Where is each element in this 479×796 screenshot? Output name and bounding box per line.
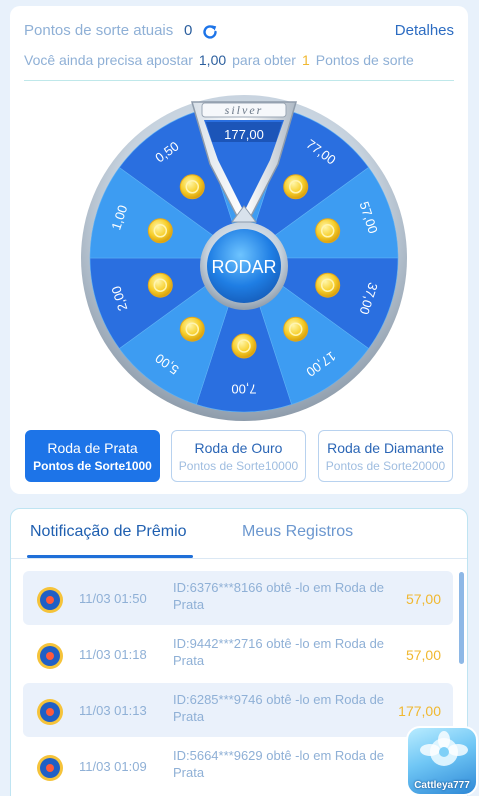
- coin-icon: [283, 174, 309, 200]
- coin-icon: [315, 272, 341, 298]
- tier-gold-button[interactable]: Roda de Ouro Pontos de Sorte10000: [171, 430, 306, 482]
- refresh-icon[interactable]: [200, 22, 220, 46]
- record-amount: 177,00: [398, 703, 441, 719]
- points-label: Pontos de sorte atuais: [24, 22, 174, 39]
- prize-wheel: 77,0057,0037,0017,007,005,002,001,000,50…: [81, 95, 407, 421]
- wheel-banner: silver: [225, 103, 264, 117]
- records-panel: Notificação de Prêmio Meus Registros 11/…: [10, 508, 468, 796]
- points-value: 0: [184, 22, 193, 39]
- need-prefix: Você ainda precisa apostar: [24, 52, 193, 68]
- record-time: 11/03 01:09: [79, 759, 147, 774]
- tier-diamond-points: Pontos de Sorte20000: [325, 459, 446, 473]
- need-middle: para obter: [232, 52, 296, 68]
- medal-icon: [37, 755, 63, 781]
- need-suffix: Pontos de sorte: [315, 52, 414, 68]
- tier-diamond-name: Roda de Diamante: [327, 440, 444, 456]
- record-time: 11/03 01:13: [79, 703, 147, 718]
- coin-icon: [283, 316, 309, 342]
- record-time: 11/03 01:18: [79, 647, 147, 662]
- medal-icon: [37, 699, 63, 725]
- tier-diamond-button[interactable]: Roda de Diamante Pontos de Sorte20000: [318, 430, 453, 482]
- tab-my-records[interactable]: Meus Registros: [242, 523, 353, 541]
- wheel-segment-label: 7,00: [231, 382, 256, 397]
- list-item: 11/03 01:13 ID:6285***9746 obtê -lo em R…: [23, 683, 453, 737]
- coin-icon: [179, 174, 205, 200]
- app-badge-label: Cattleya777: [414, 780, 470, 791]
- list-item: 11/03 01:50 ID:6376***8166 obtê -lo em R…: [23, 571, 453, 625]
- coin-icon: [147, 218, 173, 244]
- tier-gold-points: Pontos de Sorte10000: [178, 459, 299, 473]
- coin-icon: [147, 272, 173, 298]
- active-tab-indicator: [27, 555, 193, 558]
- medal-icon: [37, 643, 63, 669]
- tier-silver-button[interactable]: Roda de Prata Pontos de Sorte1000: [25, 430, 160, 482]
- record-desc: ID:6376***8166 obtê -lo em Roda de Prata: [173, 580, 385, 612]
- need-points: 1: [301, 52, 310, 68]
- records-tabs: Notificação de Prêmio Meus Registros: [11, 509, 467, 559]
- requirement-text: Você ainda precisa apostar 1,00 para obter…: [24, 52, 454, 72]
- wheel-panel: Pontos de sorte atuais 0 Detalhes Você a…: [10, 6, 468, 494]
- record-desc: ID:9442***2716 obtê -lo em Roda de Prata: [173, 636, 385, 668]
- record-time: 11/03 01:50: [79, 591, 147, 606]
- tab-prize-notifications[interactable]: Notificação de Prêmio: [30, 523, 187, 541]
- points-row: Pontos de sorte atuais 0 Detalhes: [24, 22, 454, 44]
- medal-icon: [37, 587, 63, 613]
- tier-silver-points: Pontos de Sorte1000: [33, 459, 152, 473]
- app-badge[interactable]: Cattleya777: [406, 726, 478, 796]
- need-amount: 1,00: [198, 52, 227, 68]
- list-item: 11/03 01:18 ID:9442***2716 obtê -lo em R…: [23, 627, 453, 681]
- record-desc: ID:5664***9629 obtê -lo em Roda de Prata: [173, 748, 385, 780]
- details-link[interactable]: Detalhes: [395, 22, 454, 39]
- coin-icon: [179, 316, 205, 342]
- record-amount: 57,00: [405, 647, 441, 663]
- tier-gold-name: Roda de Ouro: [194, 440, 283, 456]
- coin-icon: [231, 333, 257, 359]
- flower-icon: [420, 731, 468, 766]
- wheel-top-prize: 177,00: [224, 127, 264, 142]
- list-item: 11/03 01:09 ID:5664***9629 obtê -lo em R…: [23, 739, 453, 793]
- record-desc: ID:6285***9746 obtê -lo em Roda de Prata: [173, 692, 385, 724]
- record-amount: 57,00: [405, 591, 441, 607]
- records-scrollbar[interactable]: [459, 572, 464, 664]
- divider: [24, 80, 454, 81]
- spin-button-label[interactable]: RODAR: [211, 257, 276, 277]
- tier-silver-name: Roda de Prata: [47, 440, 138, 456]
- coin-icon: [315, 218, 341, 244]
